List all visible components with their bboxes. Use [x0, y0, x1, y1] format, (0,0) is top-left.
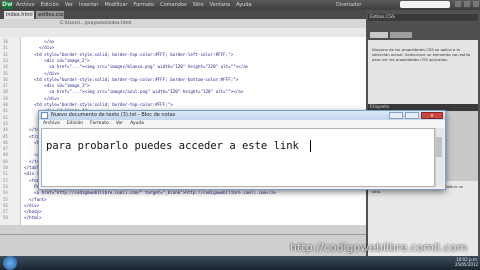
notepad-menu-ver[interactable]: Ver [116, 120, 123, 128]
notepad-menubar: Archivo Edición Formato Ver Ayuda [39, 120, 445, 128]
code-line: </html> [24, 215, 42, 221]
notepad-minimize-button[interactable] [389, 112, 403, 119]
line-number: 31 [3, 45, 8, 51]
tab-todo[interactable] [370, 32, 388, 38]
menu-ayuda[interactable]: Ayuda [236, 1, 251, 9]
notepad-close-button[interactable]: x [421, 112, 443, 119]
workspace-switcher[interactable]: Diseñador [336, 1, 361, 9]
notepad-title: Nuevo documento de texto (3).txt - Bloc … [51, 112, 176, 118]
notepad-text-area[interactable]: para probarlo puedes acceder a este link [41, 128, 435, 187]
code-line: <div id="image_3"> [24, 83, 90, 89]
notepad-menu-archivo[interactable]: Archivo [43, 120, 60, 128]
notepad-menu-ayuda[interactable]: Ayuda [130, 120, 144, 128]
css-panel-title: Estilos CSS [370, 15, 395, 20]
code-line: </div> [24, 95, 60, 101]
code-line: <a href="http://codigowebllibre.comli.co… [24, 190, 277, 196]
menu-archivo[interactable]: Archivo [16, 1, 35, 9]
line-number: 50 [3, 165, 8, 170]
code-line: </div> [24, 202, 40, 208]
file-path-bar [0, 19, 366, 28]
line-number: 46 [3, 139, 8, 145]
line-number: 55 [3, 196, 8, 202]
line-number: 45 [3, 133, 8, 139]
line-number: 32 [3, 51, 8, 57]
menu-edicion[interactable]: Edición [41, 1, 59, 9]
line-number: 30 [3, 39, 8, 44]
file-path: C:\Users\...\proyecto\index.html [60, 21, 132, 26]
line-number: 54 [3, 190, 8, 196]
line-number: 42 [3, 114, 8, 120]
line-number: 43 [3, 120, 8, 126]
clock-date: 25/05/2012 [454, 262, 478, 267]
notepad-maximize-button[interactable] [405, 112, 419, 119]
tag-selector-bar [0, 225, 366, 234]
window-controls [455, 1, 479, 7]
line-number: 36 [3, 76, 8, 82]
code-line: <td style="border-style:solid; border-to… [24, 102, 173, 107]
notepad-window: Nuevo documento de texto (3).txt - Bloc … [38, 110, 446, 190]
code-line: </a> [24, 39, 55, 44]
line-number: 49 [3, 158, 8, 164]
line-number-gutter: 30 31 32 33 34 35 36 37 38 39 40 41 42 43 44 45 46 47 48 49… [0, 37, 21, 225]
code-line: <a href="..."><img src="images/azul.png"… [24, 89, 244, 95]
dreamweaver-logo-icon: Dw [2, 1, 13, 9]
menu-ver[interactable]: Ver [65, 1, 73, 9]
code-line: <a href="..."><img src="images/blanco.pn… [24, 64, 249, 70]
menu-modificar[interactable]: Modificar [104, 1, 127, 9]
minimize-icon[interactable] [455, 1, 461, 7]
help-search-input[interactable] [400, 1, 450, 8]
line-number: 39 [3, 95, 8, 101]
code-line: <div id="image_2"> [24, 57, 90, 63]
line-number: 34 [3, 64, 8, 70]
line-number: 57 [3, 209, 8, 215]
css-help-text: Ninguna de las propiedades CSS se aplica… [372, 47, 471, 62]
tab-index-html[interactable]: index.html [4, 11, 34, 19]
code-line: </div> [24, 45, 55, 51]
start-button[interactable] [3, 256, 17, 270]
code-line: <td style="border-style:solid; border-to… [24, 76, 239, 82]
code-line: <td style="border-style:solid; border-to… [24, 51, 234, 57]
line-number: 40 [3, 102, 8, 107]
notepad-menu-formato[interactable]: Formato [90, 120, 109, 128]
line-number: 52 [3, 177, 8, 183]
code-line: </div> [24, 70, 60, 76]
line-number: 56 [3, 202, 8, 208]
text-cursor [310, 140, 311, 152]
line-number: 33 [3, 57, 8, 63]
tray-clock[interactable]: 10:02 p.m. 25/05/2012 [450, 257, 478, 267]
windows-taskbar [0, 256, 480, 270]
close-icon[interactable] [473, 1, 479, 7]
line-number: 37 [3, 83, 8, 89]
line-number: 41 [3, 108, 8, 114]
notepad-icon [41, 112, 48, 119]
line-number: 53 [3, 183, 8, 189]
line-number: 38 [3, 89, 8, 95]
tab-estilos-css[interactable]: estilos.css [36, 11, 64, 19]
tab-actual[interactable] [390, 32, 412, 38]
code-line: </body> [24, 209, 42, 215]
notepad-content: para probarlo puedes acceder a este link [46, 140, 299, 152]
maximize-icon[interactable] [464, 1, 470, 7]
notepad-scroll-thumb[interactable] [436, 137, 442, 157]
menu-comandos[interactable]: Comandos [160, 1, 187, 9]
line-number: 58 [3, 215, 8, 221]
line-number: 47 [3, 146, 8, 152]
code-line: <tr> [24, 133, 40, 139]
code-line: </font> [24, 196, 47, 202]
menu-formato[interactable]: Formato [133, 1, 154, 9]
menu-insertar[interactable]: Insertar [79, 1, 98, 9]
notepad-menu-edicion[interactable]: Edición [67, 120, 83, 128]
menu-sitio[interactable]: Sitio [193, 1, 204, 9]
line-number: 35 [3, 70, 8, 76]
watermark-url: http://codigoweblibre.comli.com [290, 241, 468, 254]
line-number: 51 [3, 171, 8, 177]
line-number: 44 [3, 127, 8, 133]
main-menu: Archivo Edición Ver Insertar Modificar F… [16, 1, 252, 9]
menu-ventana[interactable]: Ventana [210, 1, 231, 9]
line-number: 48 [3, 152, 8, 158]
